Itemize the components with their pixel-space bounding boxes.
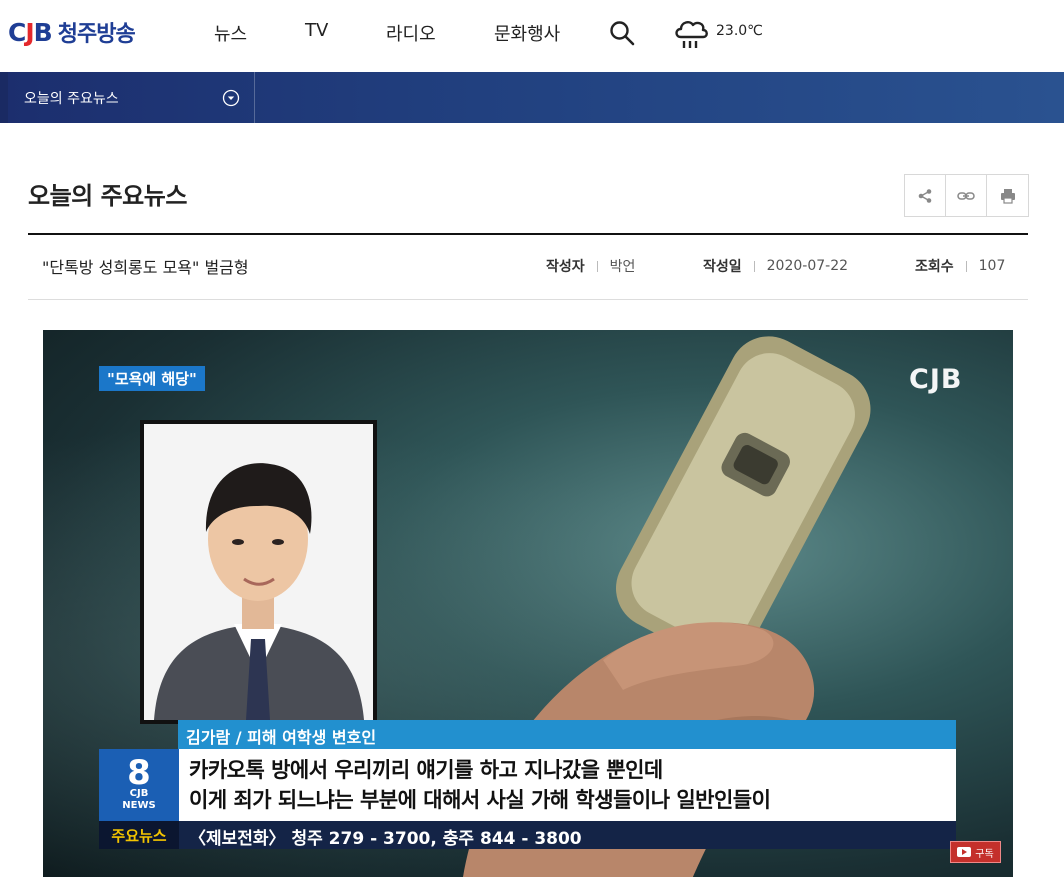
youtube-play-icon: [957, 847, 972, 857]
share-button[interactable]: [905, 175, 946, 216]
video-player[interactable]: "모욕에 해당" CJB 김가람 / 피해 여학생 변호인 8 CJB NEWS…: [43, 330, 1013, 877]
article-title: "단톡방 성희롱도 모욕" 벌금형: [42, 258, 249, 277]
meta-divider: [753, 260, 755, 272]
author-meta: 작성자 박언: [546, 256, 635, 276]
top-header: CJB 청주방송 뉴스 TV 라디오 문화행사 23.0℃: [0, 0, 1064, 72]
program-brand: CJB: [129, 788, 149, 799]
header-rule: [28, 233, 1028, 235]
subtitle-line: 카카오톡 방에서 우리끼리 얘기를 하고 지나갔을 뿐인데: [189, 758, 663, 782]
subscribe-button[interactable]: 구독: [950, 841, 1001, 863]
nav-radio[interactable]: 라디오: [386, 20, 436, 46]
program-sub: NEWS: [122, 800, 156, 811]
nav-events[interactable]: 문화행사: [494, 20, 560, 46]
copy-link-button[interactable]: [946, 175, 987, 216]
nav-tv[interactable]: TV: [305, 20, 328, 41]
chevron-down-circle-icon: [222, 89, 240, 107]
broadcaster-watermark: CJB: [909, 364, 963, 395]
subtitle-line: 이게 죄가 되느냐는 부분에 대해서 사실 가해 학생들이나 일반인들이: [189, 788, 771, 812]
speaker-name-bar: 김가람 / 피해 여학생 변호인: [178, 720, 956, 749]
author-label: 작성자: [546, 259, 585, 275]
share-icon: [918, 188, 932, 203]
speaker-photo: [144, 424, 373, 720]
views-value: 107: [978, 258, 1006, 274]
nav-news[interactable]: 뉴스: [214, 20, 247, 46]
temperature: 23.0℃: [716, 23, 763, 39]
video-topic-tag: "모욕에 해당": [99, 366, 205, 391]
news-program-logo: 8 CJB NEWS: [99, 749, 179, 821]
header-bottom-rule: [28, 299, 1028, 300]
article-tools: [904, 174, 1029, 217]
cjb-logo-mark: CJB: [8, 17, 53, 47]
author-value: 박언: [609, 259, 636, 275]
subtitle-box: 카카오톡 방에서 우리끼리 얘기를 하고 지나갔을 뿐인데 이게 죄가 되느냐는…: [179, 749, 956, 821]
page-title: 오늘의 주요뉴스: [28, 182, 187, 210]
news-ticker: 〈제보전화〉 청주 279 - 3700, 충주 844 - 3800: [179, 821, 956, 849]
program-number: 8: [127, 753, 151, 793]
views-label: 조회수: [915, 259, 954, 275]
meta-divider: [596, 260, 598, 272]
date-meta: 작성일 2020-07-22: [703, 256, 848, 276]
search-icon[interactable]: [609, 20, 635, 46]
date-value: 2020-07-22: [766, 258, 849, 274]
views-meta: 조회수 107: [915, 256, 1005, 276]
sub-navigation: 오늘의 주요뉴스: [0, 72, 1064, 123]
link-icon: [957, 191, 975, 200]
site-logo[interactable]: CJB 청주방송: [8, 17, 136, 48]
speaker-portrait: [140, 420, 377, 724]
category-dropdown[interactable]: 오늘의 주요뉴스: [0, 72, 255, 123]
weather-widget: 23.0℃: [672, 14, 763, 52]
date-label: 작성일: [703, 259, 742, 275]
ticker-tag: 주요뉴스: [99, 821, 179, 849]
subscribe-label: 구독: [975, 848, 994, 860]
print-icon: [1000, 188, 1015, 204]
rain-cloud-icon: [675, 21, 708, 48]
print-button[interactable]: [987, 175, 1028, 216]
site-name: 청주방송: [57, 22, 136, 47]
category-label: 오늘의 주요뉴스: [24, 90, 119, 107]
meta-divider: [965, 260, 967, 272]
